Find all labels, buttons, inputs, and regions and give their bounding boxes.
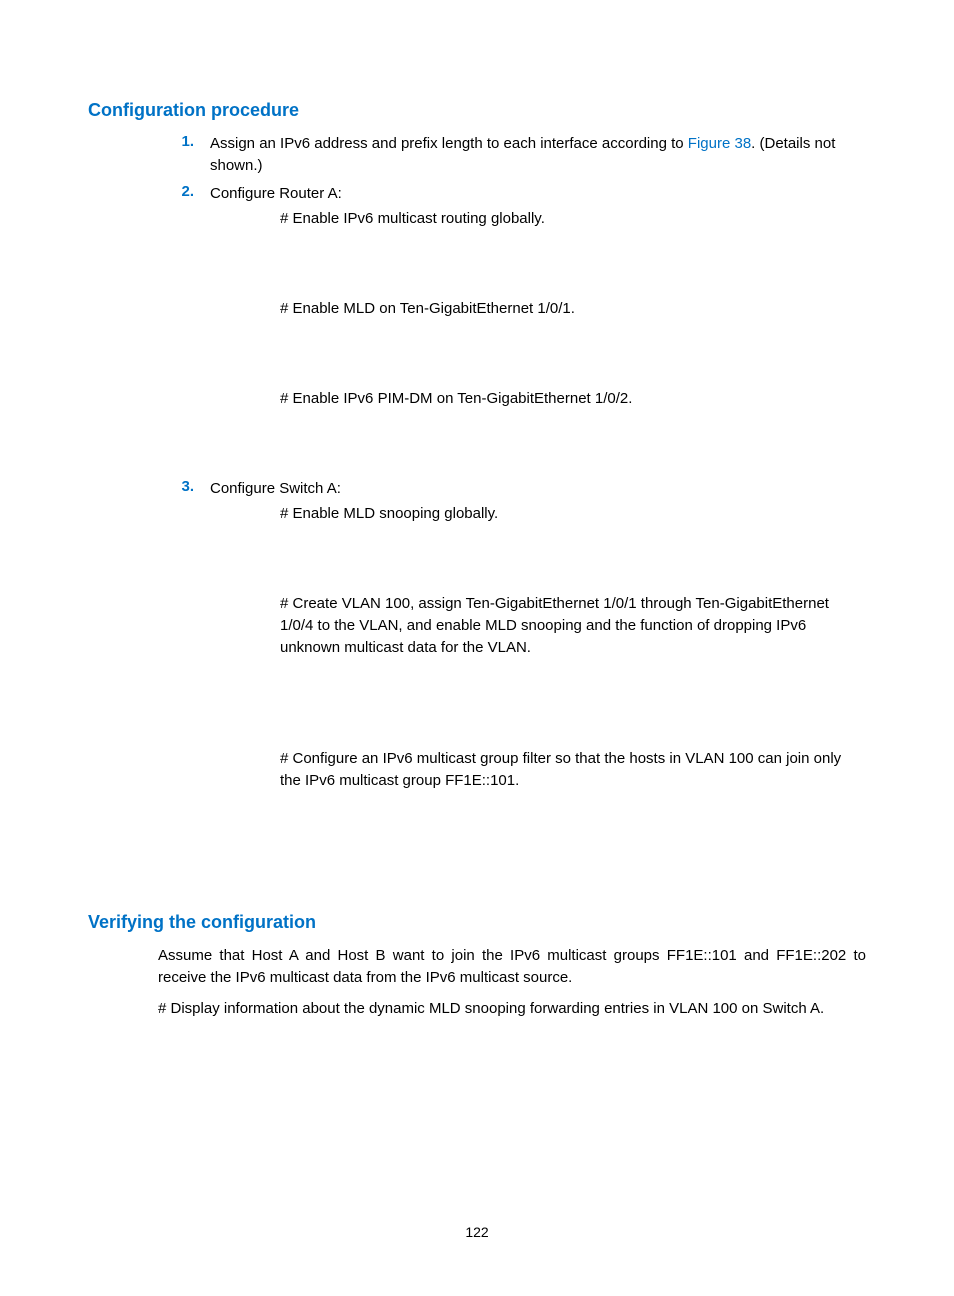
step-text: # Enable IPv6 multicast routing globally… (280, 208, 866, 230)
page: Configuration procedure 1. Assign an IPv… (0, 0, 954, 1296)
step-text: # Enable IPv6 PIM-DM on Ten-GigabitEther… (280, 388, 866, 410)
step-text: # Enable MLD on Ten-GigabitEthernet 1/0/… (280, 298, 866, 320)
heading-configuration-procedure: Configuration procedure (88, 100, 866, 121)
list-body: Configure Switch A: (210, 478, 866, 500)
ordered-list: 3. Configure Switch A: (158, 478, 866, 500)
step-text: # Create VLAN 100, assign Ten-GigabitEth… (280, 593, 866, 658)
list-item: 1. Assign an IPv6 address and prefix len… (158, 133, 866, 177)
step-text: # Configure an IPv6 multicast group filt… (280, 748, 866, 792)
figure-link[interactable]: Figure 38 (688, 135, 751, 152)
page-number: 122 (0, 1224, 954, 1240)
list-body: Configure Router A: (210, 183, 866, 205)
ordered-list: 1. Assign an IPv6 address and prefix len… (158, 133, 866, 204)
list-body: Assign an IPv6 address and prefix length… (210, 133, 866, 177)
heading-verifying-configuration: Verifying the configuration (88, 912, 866, 933)
paragraph: Assume that Host A and Host B want to jo… (158, 945, 866, 989)
list-number: 3. (158, 478, 210, 500)
list-item: 2. Configure Router A: (158, 183, 866, 205)
list-item: 3. Configure Switch A: (158, 478, 866, 500)
paragraph: # Display information about the dynamic … (158, 998, 866, 1020)
text: Assign an IPv6 address and prefix length… (210, 135, 688, 152)
step-text: # Enable MLD snooping globally. (280, 503, 866, 525)
list-number: 1. (158, 133, 210, 177)
list-number: 2. (158, 183, 210, 205)
